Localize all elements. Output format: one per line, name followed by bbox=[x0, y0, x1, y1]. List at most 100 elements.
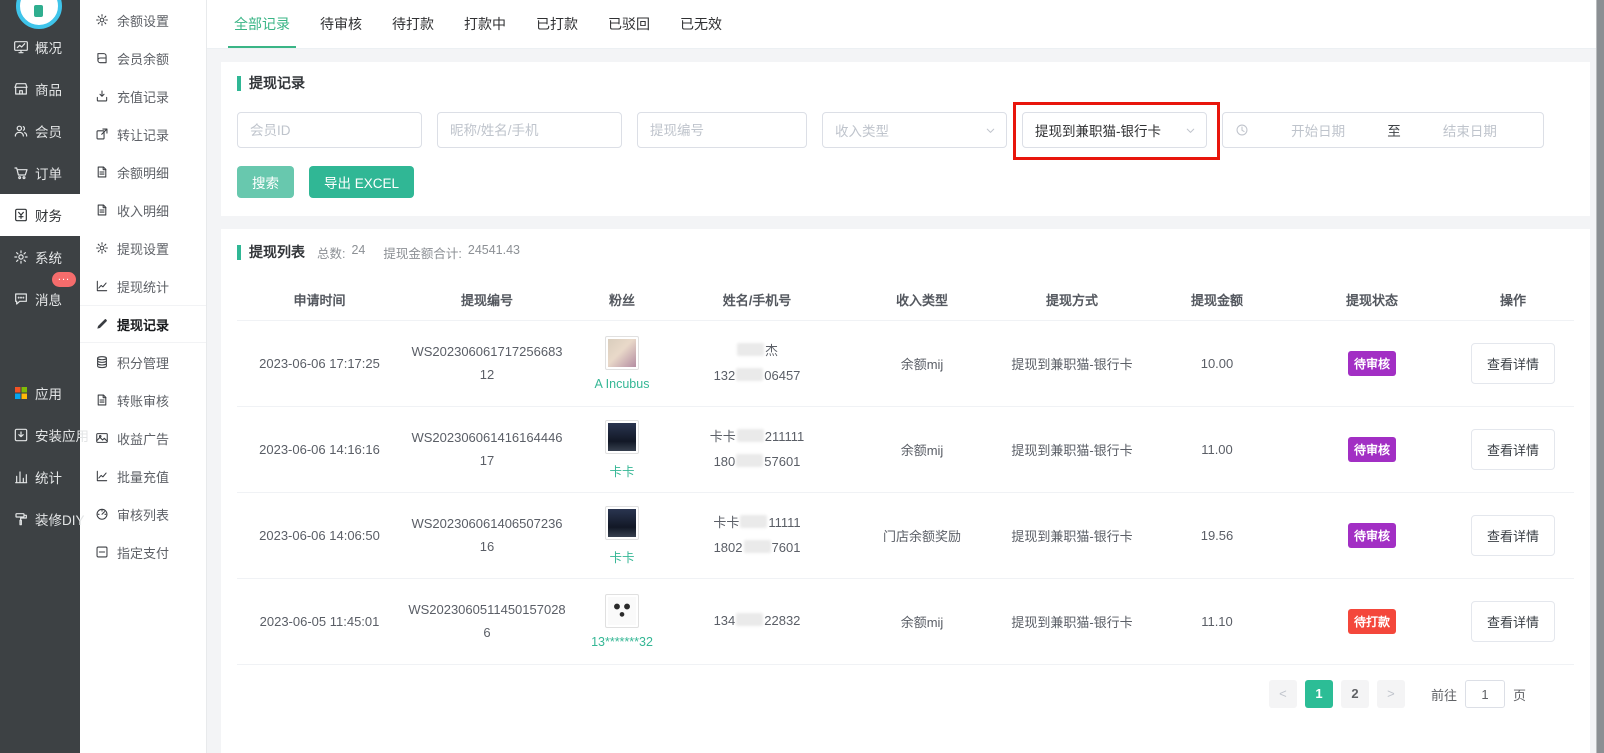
nav-item-install-apps[interactable]: 安装应用 bbox=[0, 414, 80, 456]
nickname-input[interactable] bbox=[437, 112, 622, 148]
member-id-input[interactable] bbox=[237, 112, 422, 148]
submenu-item-label: 转账审核 bbox=[117, 391, 169, 410]
fan-cell: 卡卡 bbox=[572, 420, 672, 480]
tab-pending-pay[interactable]: 待打款 bbox=[386, 14, 440, 48]
table-header: 申请时间提现编号粉丝姓名/手机号收入类型提现方式提现金额提现状态操作 bbox=[237, 278, 1574, 320]
withdraw-method: 提现到兼职猫-银行卡 bbox=[1002, 612, 1142, 631]
submenu-item-withdraw-records[interactable]: 提现记录 bbox=[80, 305, 206, 343]
submenu-item-label: 余额设置 bbox=[117, 11, 169, 30]
nav-item-orders[interactable]: 订单 bbox=[0, 152, 80, 194]
coins-icon bbox=[95, 355, 109, 369]
nav-item-label: 统计 bbox=[35, 467, 62, 487]
income-type: 余额mij bbox=[842, 612, 1002, 631]
submenu-item-withdraw-stats[interactable]: 提现统计 bbox=[80, 267, 206, 305]
submenu-item-balance-settings[interactable]: 余额设置 bbox=[80, 1, 206, 39]
fan-nickname[interactable]: 卡卡 bbox=[572, 547, 672, 566]
users-icon bbox=[13, 123, 29, 139]
submenu-item-withdraw-settings[interactable]: 提现设置 bbox=[80, 229, 206, 267]
nav-item-finance[interactable]: 财务 bbox=[0, 194, 80, 236]
submenu-item-balance-details[interactable]: 余额明细 bbox=[80, 153, 206, 191]
tab-all[interactable]: 全部记录 bbox=[228, 14, 296, 48]
customer-cell: 13422832 bbox=[672, 609, 842, 634]
submenu-item-transfer-records[interactable]: 转让记录 bbox=[80, 115, 206, 153]
submenu-item-label: 收入明细 bbox=[117, 201, 169, 220]
customer-cell: 杰 13206457 bbox=[672, 339, 842, 388]
list-summary: 总数: 24 提现金额合计: 24541.43 bbox=[317, 243, 520, 262]
submenu-item-designated-payment[interactable]: 指定支付 bbox=[80, 533, 206, 571]
goto-page-input[interactable] bbox=[1465, 680, 1505, 708]
filter-row: 收入类型 提现到兼职猫-银行卡 开始日期 至 结束日期 bbox=[237, 112, 1574, 148]
search-card: 提现记录 收入类型 提现到兼职猫-银行卡 bbox=[221, 62, 1590, 216]
app-logo-avatar[interactable] bbox=[16, 0, 62, 29]
export-excel-button[interactable]: 导出 EXCEL bbox=[309, 166, 414, 198]
submenu-item-recharge-records[interactable]: 充值记录 bbox=[80, 77, 206, 115]
table-row: 2023-06-06 14:16:16 WS202306061416164446… bbox=[237, 406, 1574, 492]
tab-paying[interactable]: 打款中 bbox=[458, 14, 512, 48]
nav-item-label: 概况 bbox=[35, 37, 62, 57]
nav-item-overview[interactable]: 概况 bbox=[0, 26, 80, 68]
redacted-block bbox=[736, 368, 763, 381]
submenu-item-batch-recharge[interactable]: 批量充值 bbox=[80, 457, 206, 495]
submenu-item-label: 提现记录 bbox=[117, 315, 169, 334]
vertical-scrollbar[interactable] bbox=[1596, 0, 1604, 753]
customer-cell: 卡卡211111 18057601 bbox=[672, 425, 842, 474]
submenu-item-label: 批量充值 bbox=[117, 467, 169, 486]
withdraw-method: 提现到兼职猫-银行卡 bbox=[1002, 354, 1142, 373]
submenu-item-transfer-review[interactable]: 转账审核 bbox=[80, 381, 206, 419]
redacted-block bbox=[737, 429, 764, 442]
submenu-item-review-list[interactable]: 审核列表 bbox=[80, 495, 206, 533]
next-page-button[interactable]: > bbox=[1377, 680, 1405, 708]
nav-item-stats[interactable]: 统计 bbox=[0, 456, 80, 498]
goto-label: 前往 bbox=[1431, 685, 1457, 704]
submenu-item-member-balance[interactable]: 会员余额 bbox=[80, 39, 206, 77]
nav-item-goods[interactable]: 商品 bbox=[0, 68, 80, 110]
nav-item-label: 商品 bbox=[35, 79, 62, 99]
nav-item-label: 财务 bbox=[35, 205, 62, 225]
submenu-item-points-management[interactable]: 积分管理 bbox=[80, 343, 206, 381]
date-range-picker[interactable]: 开始日期 至 结束日期 bbox=[1222, 112, 1544, 148]
prev-page-button[interactable]: < bbox=[1269, 680, 1297, 708]
submenu-item-label: 转让记录 bbox=[117, 125, 169, 144]
nav-item-members[interactable]: 会员 bbox=[0, 110, 80, 152]
nav-item-messages[interactable]: 消息 ... bbox=[0, 278, 80, 320]
search-button[interactable]: 搜索 bbox=[237, 166, 294, 198]
withdraw-no-input[interactable] bbox=[637, 112, 807, 148]
total-value: 24 bbox=[351, 243, 365, 262]
tab-paid[interactable]: 已打款 bbox=[530, 14, 584, 48]
gear-icon bbox=[95, 13, 109, 27]
income-type-select[interactable]: 收入类型 bbox=[822, 112, 1007, 148]
table-row: 2023-06-06 17:17:25 WS202306061717256683… bbox=[237, 320, 1574, 406]
withdraw-amount: 10.00 bbox=[1142, 356, 1292, 371]
submenu-item-income-details[interactable]: 收入明细 bbox=[80, 191, 206, 229]
tab-invalid[interactable]: 已无效 bbox=[674, 14, 728, 48]
page-buttons: 12 bbox=[1305, 680, 1369, 708]
withdraw-method-select[interactable]: 提现到兼职猫-银行卡 bbox=[1022, 112, 1207, 148]
fan-nickname[interactable]: 卡卡 bbox=[572, 461, 672, 480]
fan-nickname[interactable]: 13*******32 bbox=[572, 635, 672, 649]
record-status-tabs: 全部记录待审核待打款打款中已打款已驳回已无效 bbox=[207, 0, 1604, 49]
apply-time: 2023-06-06 17:17:25 bbox=[237, 356, 402, 371]
page-unit-label: 页 bbox=[1513, 685, 1526, 704]
download-icon bbox=[95, 89, 109, 103]
list-section-title: 提现列表 bbox=[237, 245, 305, 260]
view-details-button[interactable]: 查看详情 bbox=[1471, 515, 1555, 556]
page-button-2[interactable]: 2 bbox=[1341, 680, 1369, 708]
doc-icon bbox=[95, 165, 109, 179]
submenu-item-revenue-ads[interactable]: 收益广告 bbox=[80, 419, 206, 457]
primary-nav: 概况 商品 会员 订单 财务 系统 消息 ... 应用 安装应用 统计 装修DI… bbox=[0, 26, 80, 540]
tab-rejected[interactable]: 已驳回 bbox=[602, 14, 656, 48]
nav-item-decorate-diy[interactable]: 装修DIY bbox=[0, 498, 80, 540]
view-details-button[interactable]: 查看详情 bbox=[1471, 343, 1555, 384]
chevron-down-icon bbox=[984, 124, 997, 137]
fan-nickname[interactable]: A Incubus bbox=[572, 377, 672, 391]
view-details-button[interactable]: 查看详情 bbox=[1471, 429, 1555, 470]
income-type-placeholder: 收入类型 bbox=[835, 120, 889, 140]
page-button-1[interactable]: 1 bbox=[1305, 680, 1333, 708]
view-details-button[interactable]: 查看详情 bbox=[1471, 601, 1555, 642]
tab-pending-review[interactable]: 待审核 bbox=[314, 14, 368, 48]
withdraw-method: 提现到兼职猫-银行卡 bbox=[1002, 526, 1142, 545]
status-badge: 待审核 bbox=[1348, 523, 1396, 548]
nav-item-apps[interactable]: 应用 bbox=[0, 372, 80, 414]
income-type: 门店余额奖励 bbox=[842, 526, 1002, 545]
date-separator: 至 bbox=[1387, 120, 1401, 140]
